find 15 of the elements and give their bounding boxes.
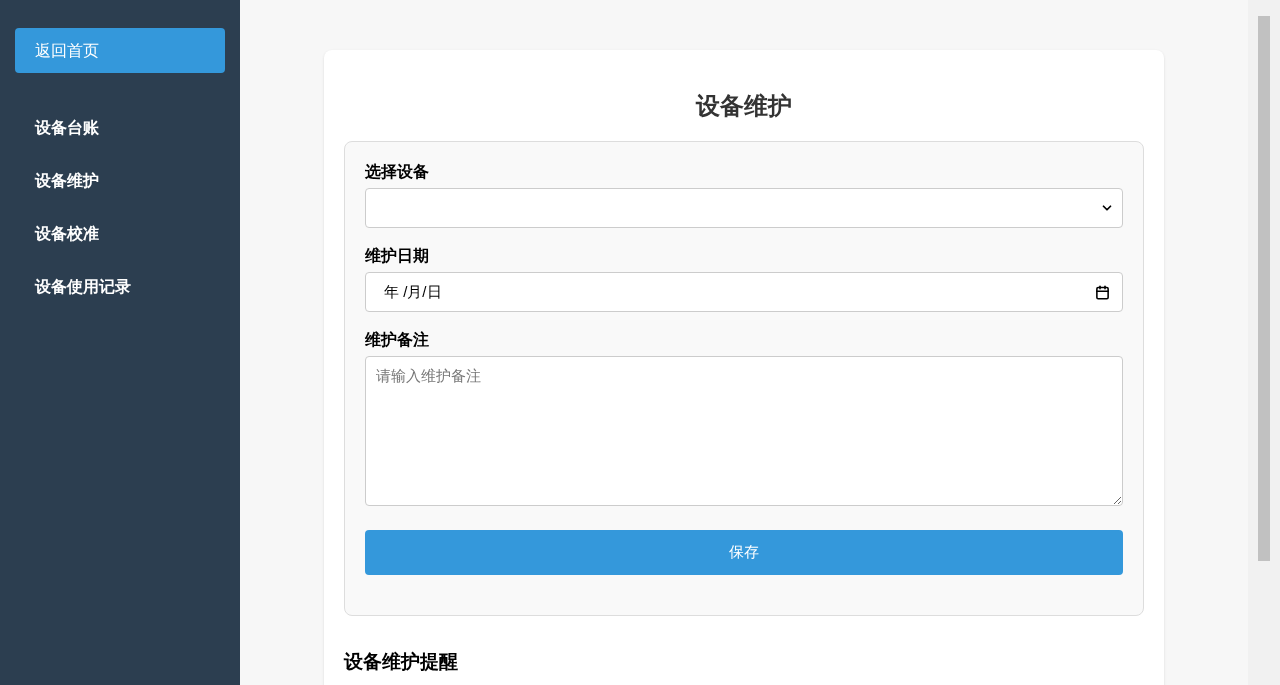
sidebar-link[interactable]: 设备使用记录: [15, 260, 225, 313]
sidebar-link[interactable]: 设备维护: [15, 154, 225, 207]
calendar-icon: [1095, 284, 1110, 300]
field-label: 维护备注: [365, 330, 430, 350]
scrollbar-thumb[interactable]: [1258, 16, 1270, 561]
field-label: 选择设备: [365, 162, 430, 182]
sidebar-link[interactable]: 设备校准: [15, 207, 225, 260]
notes-textarea[interactable]: 请输入维护备注: [365, 356, 1123, 506]
page-title: 设备维护: [694, 91, 793, 121]
field-label: 维护日期: [365, 246, 430, 266]
device-select[interactable]: [365, 188, 1123, 228]
date-field[interactable]: 年 /月/日: [365, 272, 1123, 312]
section-heading: 设备维护提醒: [344, 650, 459, 674]
scrollbar[interactable]: [1248, 0, 1280, 685]
sidebar-link[interactable]: 设备台账: [15, 101, 225, 154]
